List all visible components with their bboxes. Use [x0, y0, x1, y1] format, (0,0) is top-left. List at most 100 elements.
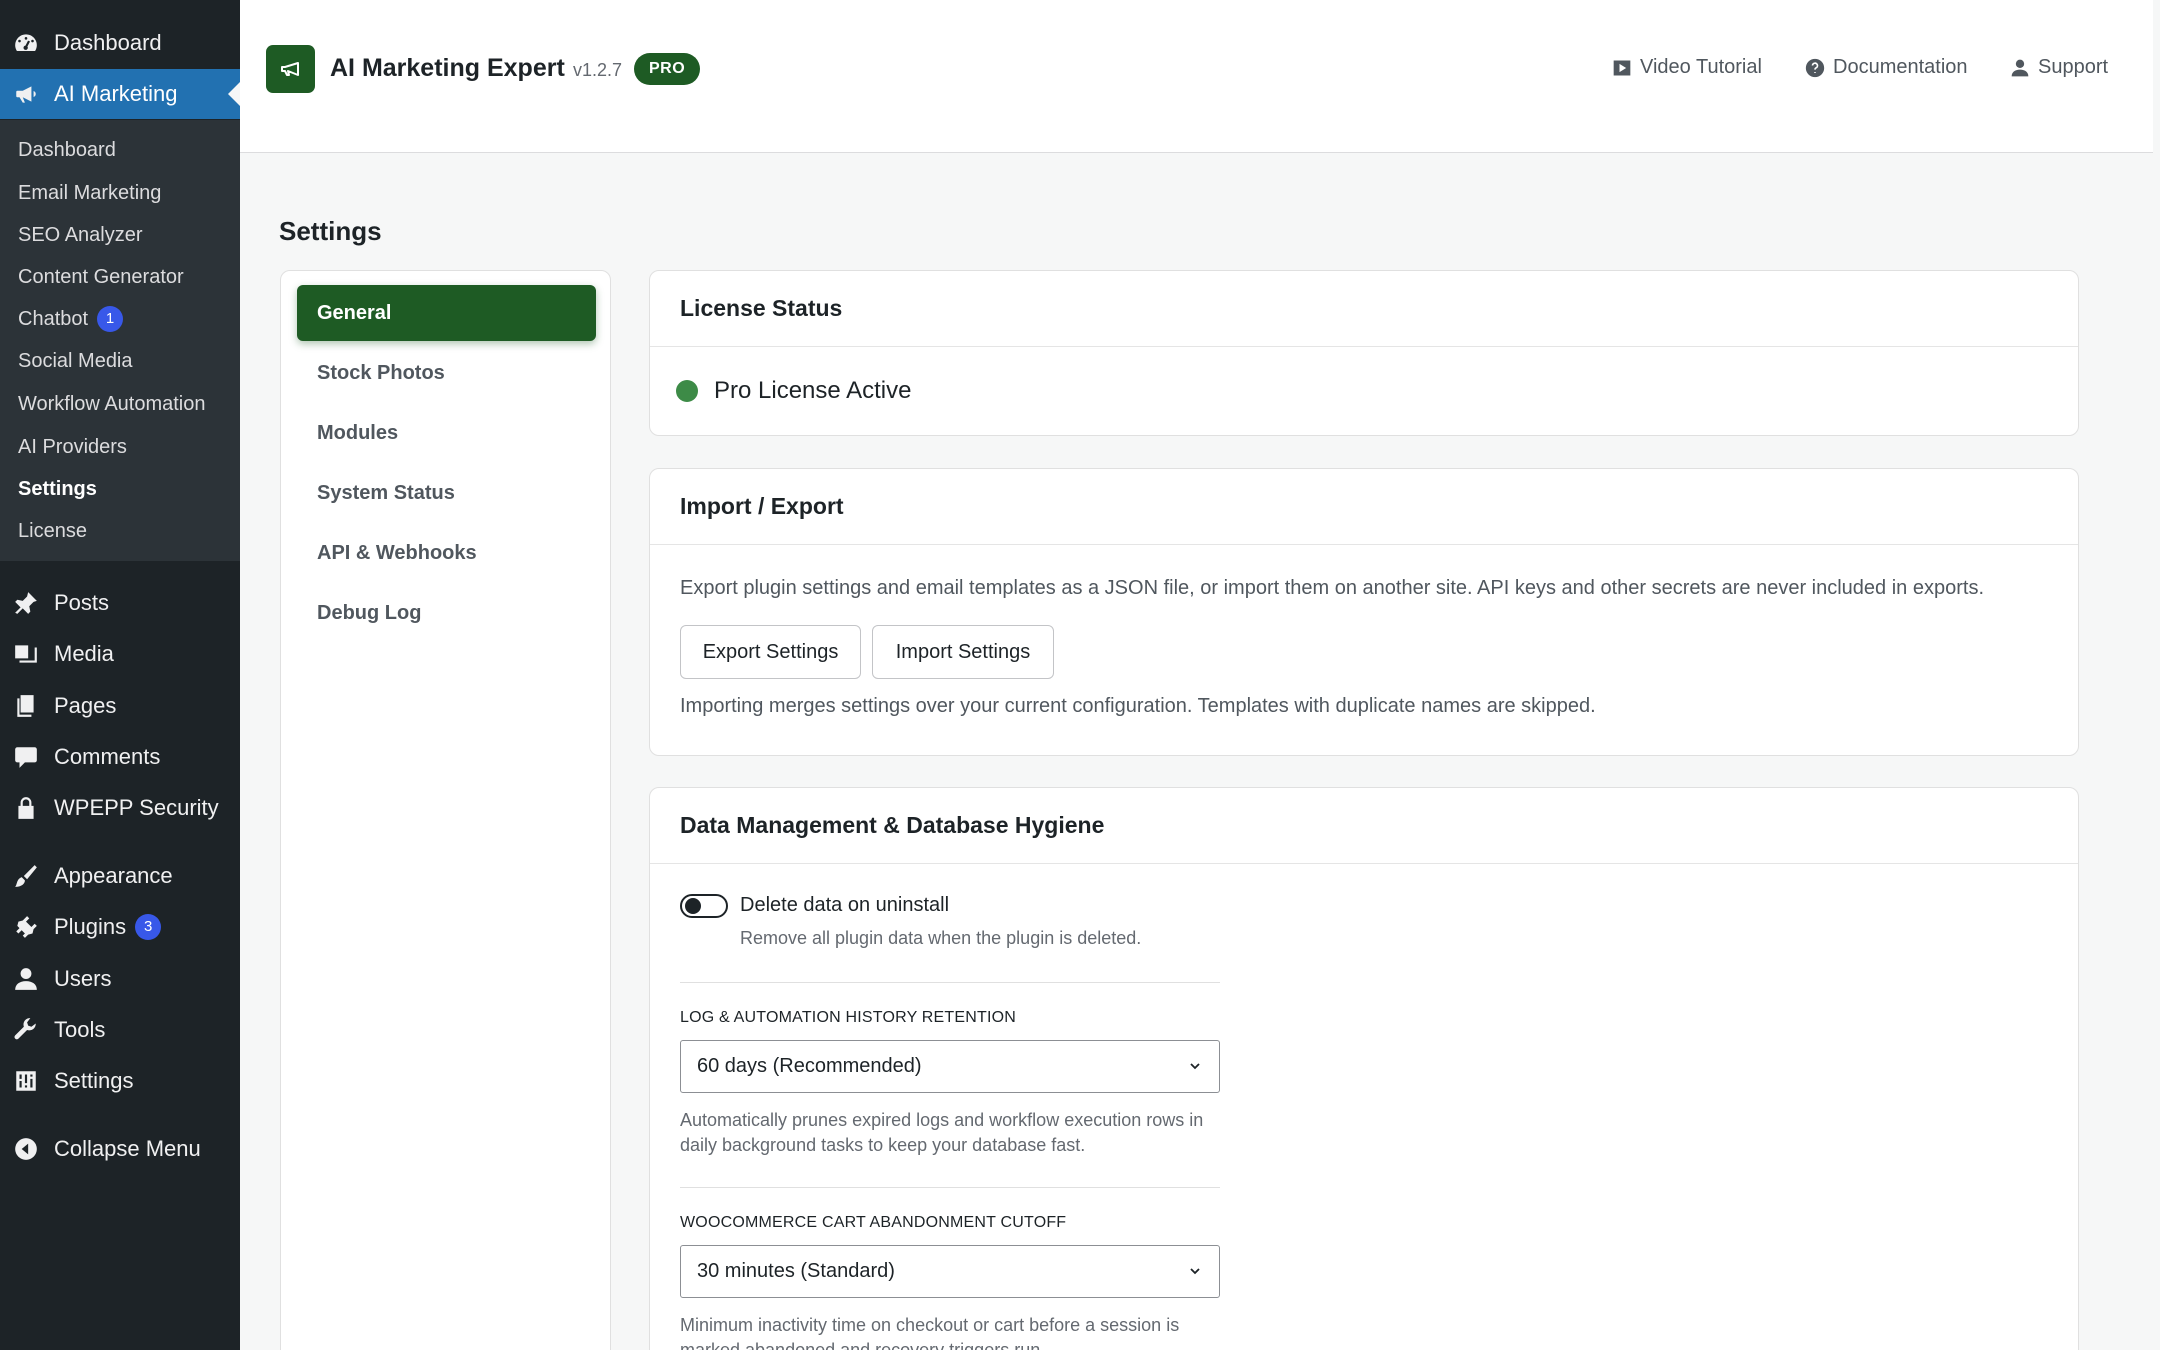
media-icon [12, 640, 40, 668]
menu-plugins[interactable]: Plugins 3 [0, 902, 240, 952]
import-export-card: Import / Export Export plugin settings a… [649, 468, 2079, 756]
current-menu-arrow [228, 82, 240, 106]
menu-label: AI Marketing [54, 81, 178, 106]
collapse-icon [12, 1135, 40, 1163]
submenu-label: Social Media [18, 350, 133, 372]
retention-select[interactable]: 60 days (Recommended) [680, 1040, 1220, 1093]
export-settings-button[interactable]: Export Settings [680, 625, 861, 679]
documentation-link[interactable]: Documentation [1805, 56, 1968, 79]
menu-pages[interactable]: Pages [0, 681, 240, 731]
plugin-header: AI Marketing Expert v1.2.7 PRO Video Tut… [240, 0, 2153, 153]
user-icon [12, 965, 40, 993]
chevron-down-icon [1190, 1063, 1200, 1070]
menu-label: Comments [54, 744, 161, 769]
submenu-label: SEO Analyzer [18, 224, 143, 246]
select-value: 30 minutes (Standard) [697, 1260, 895, 1282]
plugins-count-badge: 3 [135, 914, 162, 940]
settings-tab-general[interactable]: General [297, 285, 596, 341]
cutoff-help: Minimum inactivity time on checkout or c… [680, 1315, 1180, 1350]
menu-label: WPEPP Security [54, 795, 219, 820]
menu-label: Collapse Menu [54, 1136, 201, 1161]
plugin-logo [266, 45, 315, 93]
menu-label: Settings [54, 1068, 134, 1093]
menu-media[interactable]: Media [0, 629, 240, 679]
submenu-label: Dashboard [18, 139, 116, 161]
divider [680, 982, 1220, 983]
submenu-content-generator[interactable]: Content Generator [18, 262, 184, 292]
menu-comments[interactable]: Comments [0, 732, 240, 782]
submenu-license[interactable]: License [18, 516, 87, 546]
menu-label: Users [54, 966, 112, 991]
submenu-label: Settings [18, 478, 97, 500]
license-status-text: Pro License Active [714, 377, 912, 404]
settings-tab-api-webhooks[interactable]: API & Webhooks [297, 525, 596, 581]
plugin-icon [12, 913, 40, 941]
submenu-label: AI Providers [18, 436, 127, 458]
import-export-description: Export plugin settings and email templat… [680, 577, 1984, 599]
menu-label: Media [54, 641, 114, 666]
menu-tools[interactable]: Tools [0, 1005, 240, 1055]
submenu-label: Email Marketing [18, 182, 162, 204]
help-icon [1805, 58, 1825, 77]
settings-tab-stock-photos[interactable]: Stock Photos [297, 345, 596, 401]
plugin-title: AI Marketing Expert [330, 54, 565, 82]
submenu-social-media[interactable]: Social Media [18, 346, 133, 376]
select-value: 60 days (Recommended) [697, 1055, 922, 1077]
settings-tab-system-status[interactable]: System Status [297, 465, 596, 521]
submenu-settings[interactable]: Settings [18, 474, 97, 504]
menu-label: Pages [54, 693, 117, 718]
menu-appearance[interactable]: Appearance [0, 851, 240, 901]
submenu-chatbot[interactable]: Chatbot 1 [18, 304, 124, 334]
menu-settings[interactable]: Settings [0, 1056, 240, 1106]
submenu-dashboard[interactable]: Dashboard [18, 135, 116, 165]
menu-wpepp-security[interactable]: WPEPP Security [0, 783, 240, 833]
submenu-label: Content Generator [18, 266, 184, 288]
chevron-down-icon [1190, 1268, 1200, 1275]
pro-badge: PRO [634, 53, 701, 85]
menu-label: Tools [54, 1017, 106, 1042]
video-tutorial-link[interactable]: Video Tutorial [1612, 56, 1762, 79]
license-status: Pro License Active [676, 377, 911, 405]
delete-data-toggle[interactable] [680, 894, 728, 918]
submenu-ai-providers[interactable]: AI Providers [18, 432, 127, 462]
support-link[interactable]: Support [2010, 56, 2108, 79]
delete-data-label: Delete data on uninstall [740, 894, 950, 916]
chatbot-count-badge: 1 [97, 306, 124, 332]
settings-icon [12, 1067, 40, 1095]
menu-label: Appearance [54, 863, 173, 888]
ai-marketing-submenu: Dashboard Email Marketing SEO Analyzer C… [0, 120, 240, 561]
cutoff-select[interactable]: 30 minutes (Standard) [680, 1245, 1220, 1298]
megaphone-icon [280, 62, 299, 76]
menu-users[interactable]: Users [0, 954, 240, 1004]
delete-data-description: Remove all plugin data when the plugin i… [740, 928, 1142, 948]
menu-collapse[interactable]: Collapse Menu [0, 1124, 240, 1174]
submenu-label: License [18, 520, 87, 542]
wrench-icon [12, 1016, 40, 1044]
dashboard-icon [12, 29, 40, 57]
lock-icon [12, 794, 40, 822]
submenu-email-marketing[interactable]: Email Marketing [18, 178, 161, 208]
retention-help: Automatically prunes expired logs and wo… [680, 1110, 1204, 1155]
license-status-card: License Status Pro License Active [649, 270, 2079, 436]
settings-tab-modules[interactable]: Modules [297, 405, 596, 461]
menu-ai-marketing[interactable]: AI Marketing [0, 69, 240, 119]
link-label: Documentation [1833, 56, 1968, 78]
status-dot-icon [676, 380, 698, 402]
toggle-knob [685, 898, 701, 914]
comment-icon [12, 743, 40, 771]
submenu-seo-analyzer[interactable]: SEO Analyzer [18, 220, 143, 250]
link-label: Support [2038, 56, 2109, 78]
menu-dashboard[interactable]: Dashboard [0, 18, 240, 68]
link-label: Video Tutorial [1640, 56, 1762, 78]
menu-posts[interactable]: Posts [0, 578, 240, 628]
import-note: Importing merges settings over your curr… [680, 695, 1596, 717]
menu-label: Dashboard [54, 30, 162, 55]
card-title: Import / Export [650, 469, 2078, 545]
brush-icon [12, 862, 40, 890]
settings-tab-debug-log[interactable]: Debug Log [297, 585, 596, 641]
card-title: Data Management & Database Hygiene [650, 788, 2078, 864]
import-settings-button[interactable]: Import Settings [872, 625, 1054, 679]
retention-label: Log & Automation History Retention [680, 1009, 1017, 1026]
submenu-workflow-automation[interactable]: Workflow Automation [18, 389, 206, 419]
page-title: Settings [279, 216, 382, 246]
